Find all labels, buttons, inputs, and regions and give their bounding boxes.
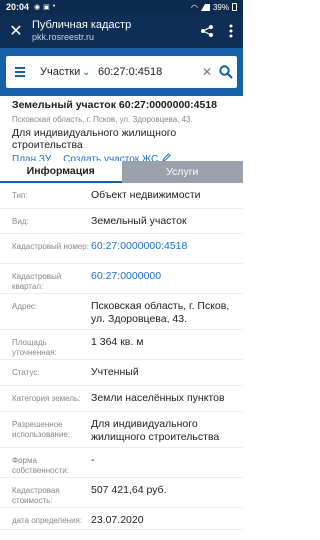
detail-value: - bbox=[91, 454, 95, 466]
notification-icon: ▣ bbox=[43, 4, 50, 11]
object-address: Псковская область, г. Псков, ул. Здоровц… bbox=[12, 115, 193, 124]
detail-row: Адрес: Псковская область, г. Псков, ул. … bbox=[0, 294, 243, 330]
detail-value: Объект недвижимости bbox=[91, 189, 201, 201]
status-right: ◠ 39% bbox=[191, 3, 237, 12]
detail-row: Кадастровый квартал: 60:27:0000000 bbox=[0, 264, 243, 294]
detail-row: дата определения: 23.07.2020 bbox=[0, 508, 243, 530]
detail-row: Площадь уточненная: 1 364 кв. м bbox=[0, 330, 243, 360]
status-time: 20:04 bbox=[6, 2, 30, 12]
detail-label: Площадь уточненная: bbox=[12, 338, 57, 357]
notification-icon: ◉ bbox=[34, 4, 41, 11]
search-input[interactable]: 60:27:0:4518 bbox=[94, 66, 199, 78]
more-vert-icon[interactable] bbox=[219, 24, 243, 38]
detail-row: Статус: Учтенный bbox=[0, 360, 243, 386]
browser-titles: Публичная кадастр pkk.rosreestr.ru bbox=[32, 19, 195, 43]
search-area: Участки ⌄ 60:27:0:4518 ✕ bbox=[0, 48, 243, 96]
clear-icon[interactable]: ✕ bbox=[199, 65, 215, 79]
detail-label: Разрешенное использование: bbox=[12, 420, 71, 439]
status-bar: 20:04 ◉ ▣ • ◠ 39% bbox=[0, 0, 243, 14]
detail-label: Статус: bbox=[12, 368, 40, 377]
detail-value: Учтенный bbox=[91, 366, 139, 378]
object-use: Для индивидуального жилищного строительс… bbox=[12, 127, 177, 151]
page-title: Публичная кадастр bbox=[32, 19, 132, 31]
cadastral-quarter-link[interactable]: 60:27:0000000 bbox=[91, 264, 239, 283]
tabs: Информация Услуги bbox=[0, 161, 243, 183]
tab-services[interactable]: Услуги bbox=[121, 161, 243, 183]
detail-value: 23.07.2020 bbox=[91, 514, 144, 526]
detail-label: Кадастровый номер: bbox=[12, 242, 89, 251]
share-icon[interactable] bbox=[195, 24, 219, 38]
chevron-down-icon[interactable]: ⌄ bbox=[82, 67, 94, 78]
detail-value: - bbox=[91, 530, 239, 540]
cadastral-number-link[interactable]: 60:27:0000000:4518 bbox=[91, 234, 239, 253]
search-box: Участки ⌄ 60:27:0:4518 ✕ bbox=[6, 56, 237, 88]
object-header: Земельный участок 60:27:0000000:4518 Пск… bbox=[0, 96, 243, 165]
detail-row: Категория земель: Земли населённых пункт… bbox=[0, 386, 243, 412]
details-list: Тип: Объект недвижимости Вид: Земельный … bbox=[0, 183, 243, 540]
detail-value: Псковская область, г. Псков, ул. Здоровц… bbox=[91, 300, 230, 325]
detail-row: Кадастровый номер: 60:27:0000000:4518 bbox=[0, 234, 243, 264]
detail-label: Кадастровая стоимость: bbox=[12, 486, 60, 505]
tab-info[interactable]: Информация bbox=[0, 161, 122, 183]
detail-row: Тип: Объект недвижимости bbox=[0, 183, 243, 209]
notification-icon: • bbox=[52, 3, 56, 10]
menu-icon[interactable] bbox=[6, 67, 34, 77]
notification-icons: ◉ ▣ • bbox=[34, 3, 55, 11]
close-icon[interactable]: ✕ bbox=[0, 21, 32, 41]
detail-label: дата определения: bbox=[12, 516, 83, 525]
detail-value: Для индивидуального жилищного строительс… bbox=[91, 418, 220, 443]
battery-icon bbox=[232, 3, 237, 11]
search-icon[interactable] bbox=[215, 65, 237, 79]
detail-label: Вид: bbox=[12, 217, 29, 226]
detail-row: Разрешенное использование: Для индивидуа… bbox=[0, 412, 243, 448]
battery-percent: 39% bbox=[212, 2, 229, 12]
detail-row: Кадастровая стоимость: 507 421,64 руб. bbox=[0, 478, 243, 508]
detail-row: Форма собственности: - bbox=[0, 448, 243, 478]
search-type-select[interactable]: Участки bbox=[34, 66, 82, 78]
detail-label: Кадастровый квартал: bbox=[12, 272, 62, 291]
browser-bar: ✕ Публичная кадастр pkk.rosreestr.ru bbox=[0, 14, 243, 48]
detail-label: Адрес: bbox=[12, 302, 38, 311]
signal-icon bbox=[200, 3, 210, 11]
detail-row: Вид: Земельный участок bbox=[0, 209, 243, 234]
detail-label: Тип: bbox=[12, 191, 28, 200]
wifi-icon: ◠ bbox=[191, 2, 198, 12]
detail-value: 507 421,64 руб. bbox=[91, 484, 167, 496]
detail-value: Земли населённых пунктов bbox=[91, 392, 225, 404]
detail-value: 1 364 кв. м bbox=[91, 336, 144, 348]
detail-label: Форма собственности: bbox=[12, 456, 69, 475]
object-title: Земельный участок 60:27:0000000:4518 bbox=[12, 99, 217, 111]
page-url: pkk.rosreestr.ru bbox=[32, 32, 95, 42]
detail-row: дата утверждения: - bbox=[0, 530, 243, 540]
detail-label: Категория земель: bbox=[12, 394, 81, 403]
detail-value: Земельный участок bbox=[91, 215, 187, 227]
detail-label: дата утверждения: bbox=[12, 530, 91, 540]
